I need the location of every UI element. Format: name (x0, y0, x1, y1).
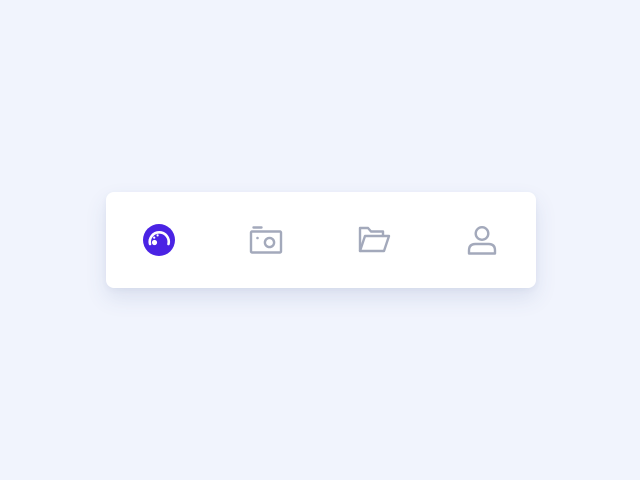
dashboard-gauge-icon (143, 224, 175, 256)
bottom-tab-bar (106, 192, 536, 288)
tab-dashboard[interactable] (135, 216, 183, 264)
camera-icon (249, 226, 283, 254)
tab-files[interactable] (350, 216, 398, 264)
folder-open-icon (358, 226, 391, 253)
tab-profile[interactable] (458, 216, 506, 264)
user-icon (467, 225, 497, 255)
tab-camera[interactable] (242, 216, 290, 264)
